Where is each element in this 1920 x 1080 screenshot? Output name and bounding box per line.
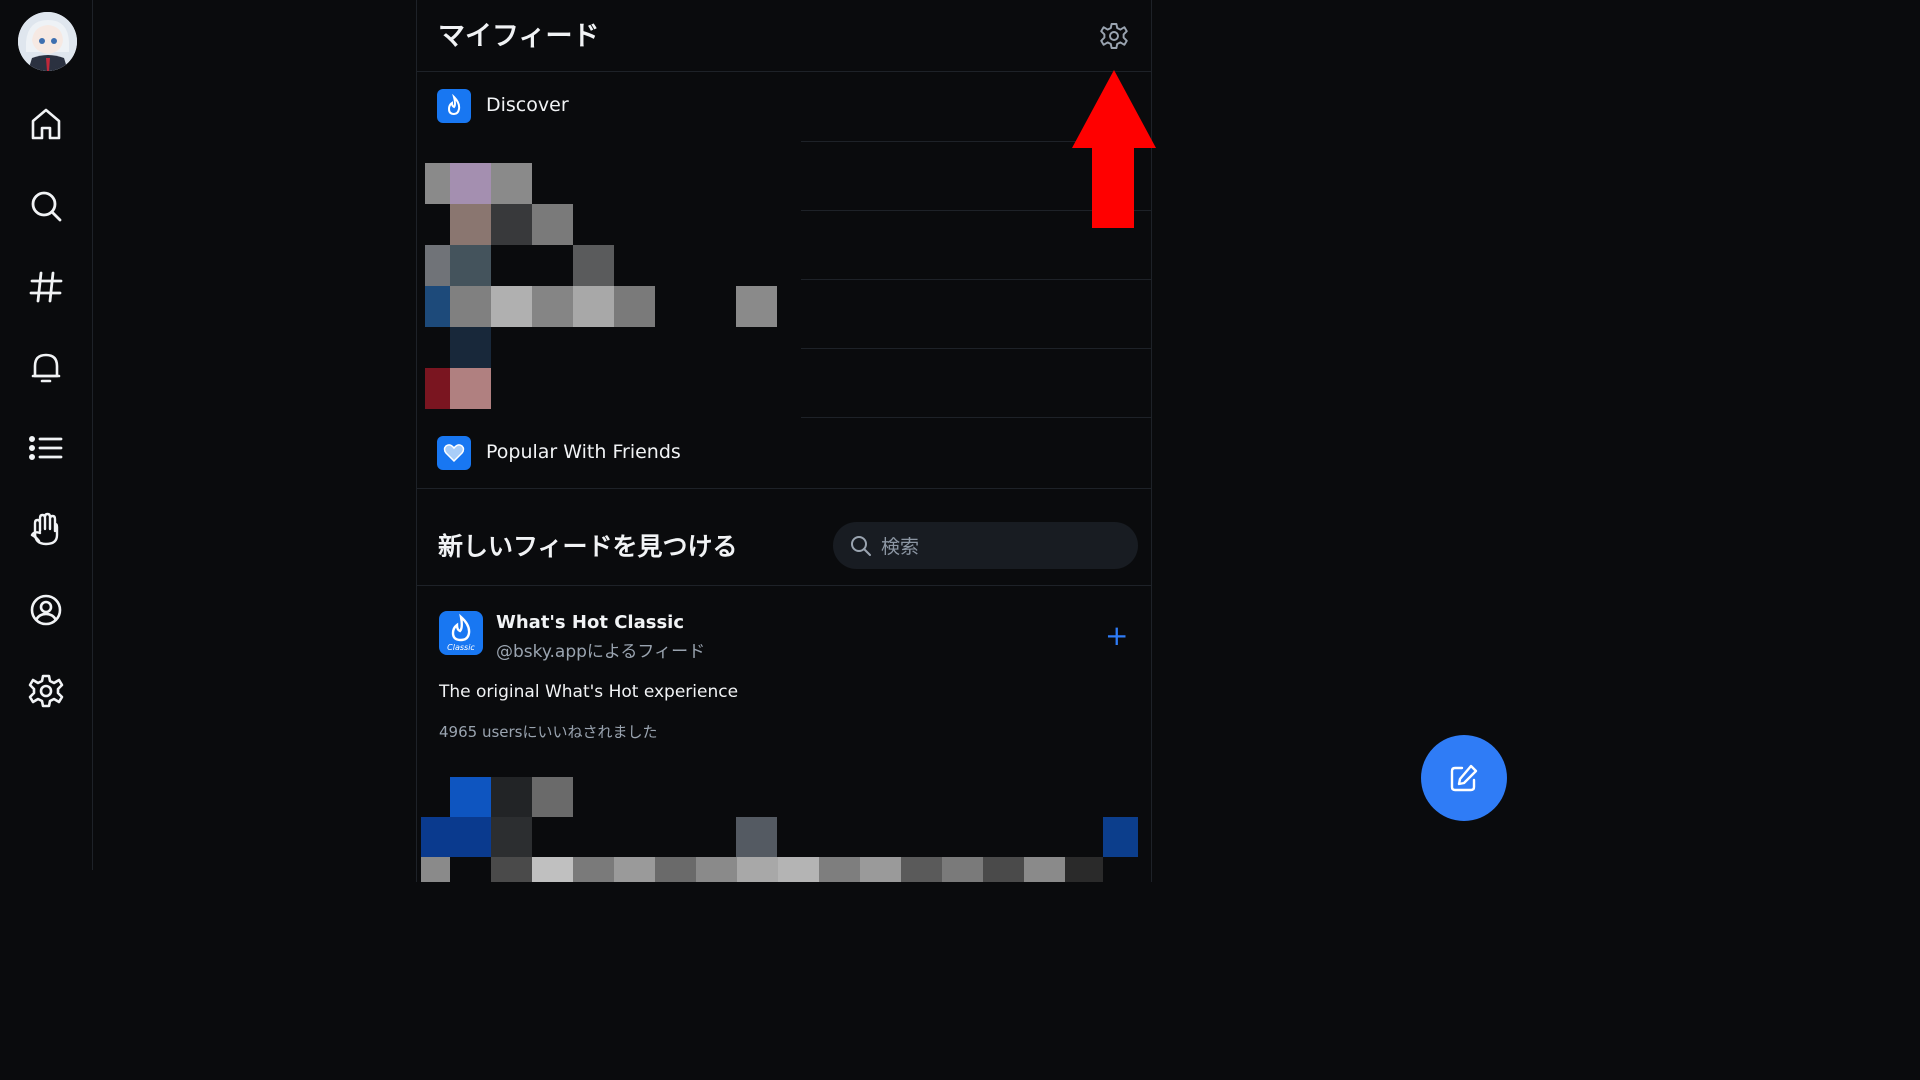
main-column: マイフィード Discover Popular With Friends 新しい… [416, 0, 1152, 882]
like-count: 4965 usersにいいねされました [439, 723, 658, 741]
feed-card[interactable]: Classic What's Hot Classic @bsky.appによるフ… [417, 585, 1151, 771]
avatar[interactable] [18, 12, 77, 71]
feed-row-discover[interactable]: Discover [417, 72, 1151, 142]
header: マイフィード [417, 0, 1151, 72]
pixelated-mosaic [417, 770, 1151, 882]
card-title: What's Hot Classic [496, 612, 685, 633]
search-input[interactable] [879, 522, 1123, 571]
feed-label: Discover [486, 94, 569, 116]
bell-icon[interactable] [26, 348, 66, 388]
hand-icon[interactable] [26, 509, 66, 549]
flame-icon [437, 89, 471, 123]
search-icon [851, 536, 871, 556]
card-description: The original What's Hot experience [439, 682, 739, 702]
feed-label: Popular With Friends [486, 441, 681, 463]
search-box[interactable] [833, 522, 1138, 571]
section-title: 新しいフィードを見つける [438, 532, 738, 561]
whats-hot-classic-icon: Classic [439, 611, 483, 655]
compose-button[interactable] [1421, 735, 1507, 821]
gear-icon[interactable] [1098, 20, 1130, 52]
icon-caption: Classic [447, 643, 475, 652]
search-icon[interactable] [26, 186, 66, 226]
compose-icon [1450, 764, 1478, 792]
sidebar-nav [0, 0, 93, 870]
page-title: マイフィード [438, 21, 600, 52]
home-icon[interactable] [26, 104, 66, 144]
annotation-arrow [1072, 70, 1156, 228]
hashtag-icon[interactable] [26, 267, 66, 307]
heart-icon [437, 436, 471, 470]
settings-gear-icon[interactable] [26, 671, 66, 711]
profile-icon[interactable] [26, 590, 66, 630]
card-subtitle: @bsky.appによるフィード [496, 642, 706, 662]
list-icon[interactable] [26, 428, 66, 468]
feed-row-popular-with-friends[interactable]: Popular With Friends [417, 419, 1151, 489]
pixelated-mosaic [417, 141, 801, 418]
add-feed-button[interactable]: + [1105, 622, 1128, 650]
